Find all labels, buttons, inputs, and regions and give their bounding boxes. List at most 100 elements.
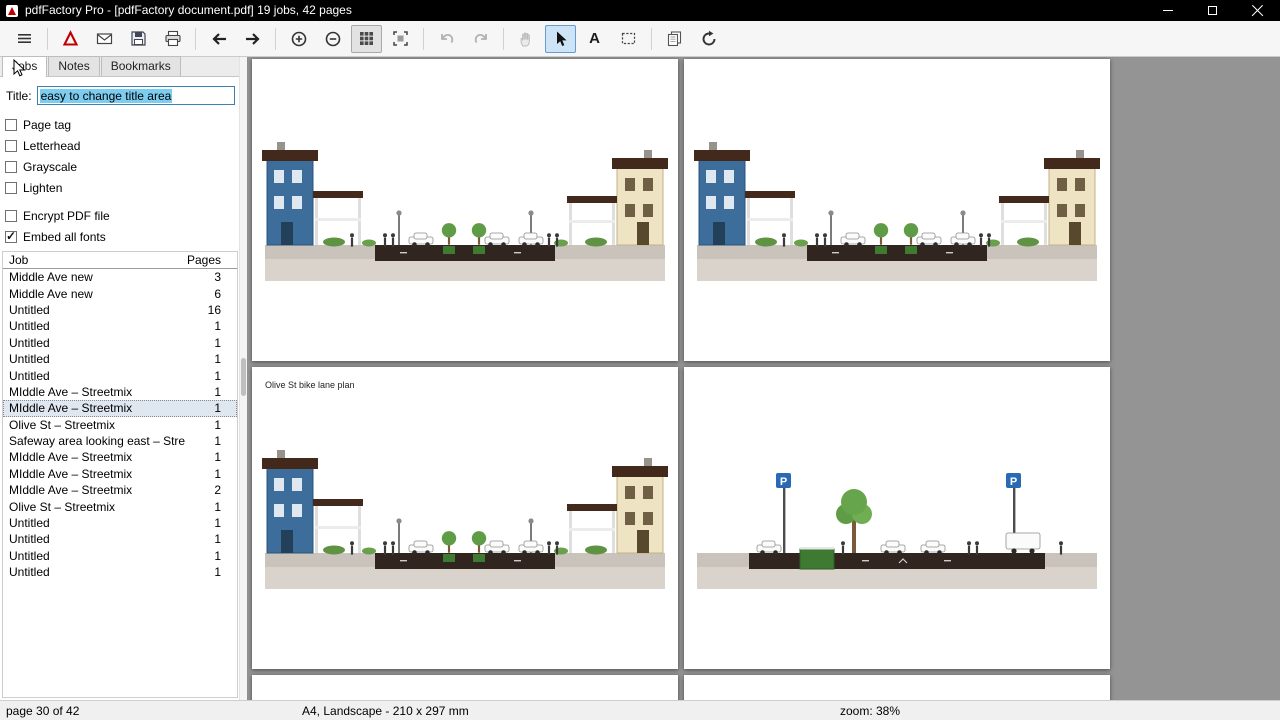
job-name: Untitled: [9, 549, 185, 563]
toolbar-separator: [195, 28, 196, 50]
minimize-icon: [1163, 10, 1173, 11]
next-page-button[interactable]: [237, 25, 268, 53]
save-icon: [130, 30, 147, 47]
job-list-row[interactable]: Olive St – Streetmix 1: [3, 498, 237, 514]
job-list-row[interactable]: Safeway area looking east – Street... 1: [3, 433, 237, 449]
job-list-row[interactable]: Untitled 16: [3, 302, 237, 318]
checkbox[interactable]: [5, 140, 17, 152]
job-list-row[interactable]: MIddle Ave – Streetmix 2: [3, 482, 237, 498]
job-list-row[interactable]: Untitled 1: [3, 548, 237, 564]
preview-page-3[interactable]: Olive St bike lane plan: [252, 367, 678, 669]
text-tool-button[interactable]: A: [579, 25, 610, 53]
job-list-row[interactable]: Untitled 1: [3, 564, 237, 580]
undo-button[interactable]: [431, 25, 462, 53]
printer-icon: [164, 30, 182, 47]
job-name: Safeway area looking east – Street...: [9, 434, 185, 448]
job-list-row[interactable]: MIddle Ave – Streetmix 1: [3, 466, 237, 482]
checkbox[interactable]: [5, 182, 17, 194]
job-list: Job Pages Middle Ave new 3 Middle Ave ne…: [2, 251, 238, 698]
email-button[interactable]: [89, 25, 120, 53]
preview-page-5-partial[interactable]: [252, 675, 678, 700]
job-list-header: Job Pages: [3, 252, 237, 269]
preview-page-1[interactable]: [252, 59, 678, 361]
job-list-row[interactable]: MIddle Ave – Streetmix 1: [3, 384, 237, 400]
minimize-button[interactable]: [1145, 0, 1190, 21]
tab-notes[interactable]: Notes: [48, 56, 99, 76]
open-in-acrobat-button[interactable]: [55, 25, 86, 53]
redo-button[interactable]: [465, 25, 496, 53]
hand-pan-tool-button[interactable]: [511, 25, 542, 53]
job-list-row[interactable]: MIddle Ave – Streetmix 1: [3, 449, 237, 465]
job-page-count: 16: [185, 303, 231, 317]
fit-page-button[interactable]: [385, 25, 416, 53]
title-input[interactable]: easy to change title area: [37, 86, 235, 105]
job-list-row[interactable]: Olive St – Streetmix 1: [3, 417, 237, 433]
job-list-row[interactable]: Middle Ave new 6: [3, 285, 237, 301]
title-field-row: Title: easy to change title area: [6, 86, 235, 105]
marquee-select-button[interactable]: [613, 25, 644, 53]
preview-area[interactable]: Olive St bike lane plan: [248, 57, 1280, 700]
checkbox[interactable]: [5, 210, 17, 222]
job-name: Untitled: [9, 319, 185, 333]
toolbar-separator: [47, 28, 48, 50]
checkbox-row[interactable]: Grayscale: [0, 156, 247, 177]
job-page-count: 1: [185, 401, 231, 415]
job-list-row[interactable]: Untitled 1: [3, 367, 237, 383]
job-name: MIddle Ave – Streetmix: [9, 450, 185, 464]
previous-page-button[interactable]: [203, 25, 234, 53]
job-page-count: 1: [185, 352, 231, 366]
checkbox[interactable]: [5, 119, 17, 131]
status-page-info: page 30 of 42: [6, 704, 79, 718]
print-button[interactable]: [157, 25, 188, 53]
save-button[interactable]: [123, 25, 154, 53]
tab-bookmarks[interactable]: Bookmarks: [101, 56, 181, 76]
preview-page-6-partial[interactable]: [684, 675, 1110, 700]
column-header-job[interactable]: Job: [9, 253, 185, 267]
app-window: pdfFactory Pro - [pdfFactory document.pd…: [0, 0, 1280, 720]
job-list-row[interactable]: Untitled 1: [3, 335, 237, 351]
checkbox-label: Grayscale: [23, 160, 77, 174]
select-tool-button[interactable]: [545, 25, 576, 53]
street-cross-section-illustration: [252, 367, 678, 669]
job-list-row[interactable]: MIddle Ave – Streetmix 1: [3, 400, 237, 416]
job-list-row[interactable]: Untitled 1: [3, 515, 237, 531]
maximize-button[interactable]: [1190, 0, 1235, 21]
close-button[interactable]: [1235, 0, 1280, 21]
checkbox-row[interactable]: Lighten: [0, 177, 247, 198]
checkbox-row[interactable]: Page tag: [0, 114, 247, 135]
checkbox[interactable]: [5, 161, 17, 173]
title-field-label: Title:: [6, 89, 32, 103]
checkbox-row[interactable]: Letterhead: [0, 135, 247, 156]
checkbox-row[interactable]: Embed all fonts: [0, 226, 247, 247]
refresh-button[interactable]: [693, 25, 724, 53]
checkbox-row[interactable]: Encrypt PDF file: [0, 205, 247, 226]
tab-jobs[interactable]: Jobs: [2, 56, 47, 77]
menu-button[interactable]: [9, 25, 40, 53]
job-page-count: 3: [185, 270, 231, 284]
preview-page-4[interactable]: [684, 367, 1110, 669]
job-list-row[interactable]: Middle Ave new 3: [3, 269, 237, 285]
job-list-row[interactable]: Untitled 1: [3, 531, 237, 547]
preview-page-2[interactable]: [684, 59, 1110, 361]
page-title-text: Olive St bike lane plan: [265, 380, 355, 390]
copy-pages-button[interactable]: [659, 25, 690, 53]
zoom-in-button[interactable]: [283, 25, 314, 53]
marquee-selection-icon: [620, 30, 637, 47]
job-list-body: Middle Ave new 3 Middle Ave new 6 Untitl…: [3, 269, 237, 580]
job-list-row[interactable]: Untitled 1: [3, 318, 237, 334]
job-name: Middle Ave new: [9, 270, 185, 284]
job-page-count: 1: [185, 516, 231, 530]
refresh-icon: [700, 30, 718, 48]
pages-copy-icon: [666, 30, 683, 47]
job-list-row[interactable]: Untitled 1: [3, 351, 237, 367]
toolbar: A: [0, 21, 1280, 57]
scrollbar-thumb[interactable]: [241, 358, 246, 396]
zoom-out-button[interactable]: [317, 25, 348, 53]
thumbnail-grid-view-button[interactable]: [351, 25, 382, 53]
grid-view-icon: [358, 30, 375, 47]
sidebar-scrollbar[interactable]: [239, 57, 247, 700]
job-name: Untitled: [9, 565, 185, 579]
job-page-count: 1: [185, 434, 231, 448]
checkbox[interactable]: [5, 231, 17, 243]
column-header-pages[interactable]: Pages: [185, 253, 231, 267]
